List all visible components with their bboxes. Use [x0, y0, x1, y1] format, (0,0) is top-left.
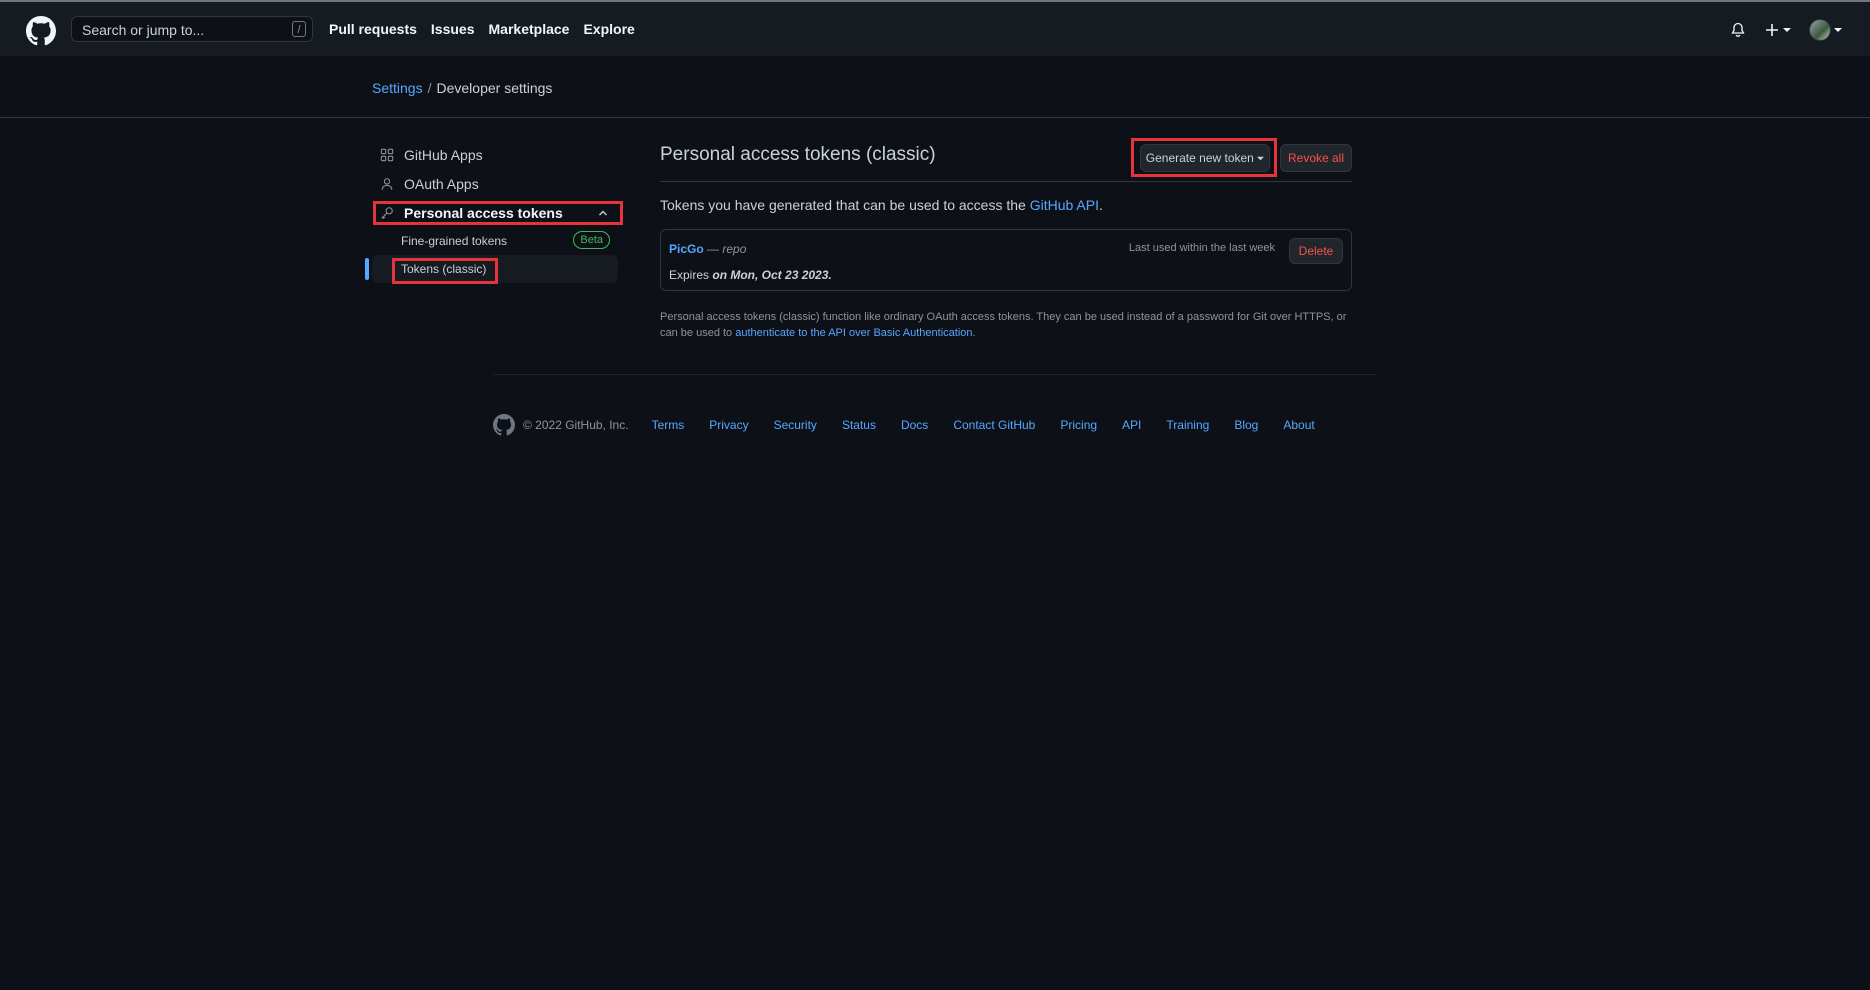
search-input[interactable]: Search or jump to... / — [71, 16, 313, 42]
footer-link-blog[interactable]: Blog — [1234, 418, 1258, 432]
footer-link-docs[interactable]: Docs — [901, 418, 928, 432]
generate-new-token-button[interactable]: Generate new token — [1140, 144, 1270, 172]
delete-token-button[interactable]: Delete — [1289, 238, 1343, 264]
sidebar-subitem-fine-grained-tokens[interactable]: Fine-grained tokens Beta — [372, 227, 618, 255]
sidebar-item-personal-access-tokens[interactable]: Personal access tokens — [372, 200, 618, 226]
active-indicator — [365, 258, 369, 280]
nav-explore[interactable]: Explore — [583, 21, 634, 37]
footer-link-contact[interactable]: Contact GitHub — [953, 418, 1035, 432]
header-divider — [660, 181, 1352, 182]
breadcrumb-separator: / — [427, 80, 432, 96]
top-nav: Pull requests Issues Marketplace Explore — [329, 21, 635, 37]
caret-down-icon — [1257, 156, 1265, 161]
footer-link-privacy[interactable]: Privacy — [709, 418, 748, 432]
sidebar-subitem-tokens-classic[interactable]: Tokens (classic) — [365, 255, 618, 283]
create-new-menu[interactable] — [1764, 22, 1791, 38]
github-mark-icon[interactable] — [493, 414, 515, 436]
token-last-used: Last used within the last week — [1128, 242, 1275, 254]
footer-link-terms[interactable]: Terms — [652, 418, 685, 432]
nav-pull-requests[interactable]: Pull requests — [329, 21, 417, 37]
beta-badge: Beta — [573, 231, 610, 249]
token-separator: — — [703, 242, 723, 256]
sidebar-subitem-label: Tokens (classic) — [401, 262, 487, 276]
top-header: Search or jump to... / Pull requests Iss… — [0, 2, 1870, 56]
sidebar-item-label: GitHub Apps — [404, 147, 483, 163]
footer-link-status[interactable]: Status — [842, 418, 876, 432]
nav-marketplace[interactable]: Marketplace — [489, 21, 570, 37]
apps-grid-icon — [380, 148, 394, 162]
description-suffix: . — [1098, 197, 1103, 213]
bell-icon[interactable] — [1730, 22, 1746, 38]
breadcrumb-settings-link[interactable]: Settings — [372, 80, 423, 96]
sidebar-subitem-label: Fine-grained tokens — [401, 234, 508, 248]
footer-link-training[interactable]: Training — [1166, 418, 1209, 432]
token-list-item: PicGo — repo Last used within the last w… — [660, 229, 1352, 291]
token-scope: repo — [722, 242, 747, 256]
page-subheader: Settings / Developer settings — [0, 56, 1870, 118]
footer-copyright: © 2022 GitHub, Inc. — [523, 418, 629, 432]
user-menu[interactable] — [1809, 19, 1842, 41]
header-actions — [1730, 19, 1842, 41]
avatar — [1809, 19, 1831, 41]
basic-auth-link[interactable]: authenticate to the API over Basic Authe… — [735, 327, 972, 339]
token-expiration: Expires on Mon, Oct 23 2023. — [669, 268, 832, 282]
expires-prefix: Expires — [669, 268, 713, 282]
sidebar-item-oauth-apps[interactable]: OAuth Apps — [372, 171, 618, 197]
github-logo-icon[interactable] — [26, 16, 56, 46]
nav-issues[interactable]: Issues — [431, 21, 475, 37]
slash-shortcut-key: / — [292, 21, 306, 37]
breadcrumb: Settings / Developer settings — [372, 80, 552, 96]
tokens-description: Tokens you have generated that can be us… — [660, 197, 1103, 213]
sidebar-item-label: OAuth Apps — [404, 176, 479, 192]
generate-token-label: Generate new token — [1145, 151, 1254, 165]
github-api-link[interactable]: GitHub API — [1030, 197, 1099, 213]
key-icon — [381, 207, 393, 220]
note-suffix: . — [972, 327, 976, 339]
sidebar-item-github-apps[interactable]: GitHub Apps — [372, 142, 618, 168]
caret-down-icon — [1783, 28, 1791, 32]
page-title: Personal access tokens (classic) — [660, 144, 936, 165]
footer: © 2022 GitHub, Inc. Terms Privacy Securi… — [493, 414, 1315, 436]
plus-icon — [1766, 24, 1778, 36]
footer-links: Terms Privacy Security Status Docs Conta… — [652, 418, 1315, 432]
footer-link-api[interactable]: API — [1122, 418, 1141, 432]
description-text: Tokens you have generated that can be us… — [660, 197, 1030, 213]
token-name-link[interactable]: PicGo — [669, 242, 704, 256]
footer-link-security[interactable]: Security — [774, 418, 817, 432]
chevron-up-icon — [599, 210, 607, 216]
sidebar-item-label: Personal access tokens — [404, 205, 563, 221]
breadcrumb-current: Developer settings — [436, 80, 553, 96]
search-placeholder: Search or jump to... — [82, 22, 205, 38]
expires-date: on Mon, Oct 23 2023. — [712, 268, 832, 282]
revoke-all-button[interactable]: Revoke all — [1280, 144, 1352, 172]
footer-link-pricing[interactable]: Pricing — [1060, 418, 1097, 432]
classic-tokens-note: Personal access tokens (classic) functio… — [660, 309, 1352, 341]
person-icon — [381, 178, 393, 190]
footer-divider — [493, 374, 1376, 375]
token-title: PicGo — repo — [669, 242, 746, 256]
footer-link-about[interactable]: About — [1283, 418, 1314, 432]
caret-down-icon — [1834, 28, 1842, 32]
